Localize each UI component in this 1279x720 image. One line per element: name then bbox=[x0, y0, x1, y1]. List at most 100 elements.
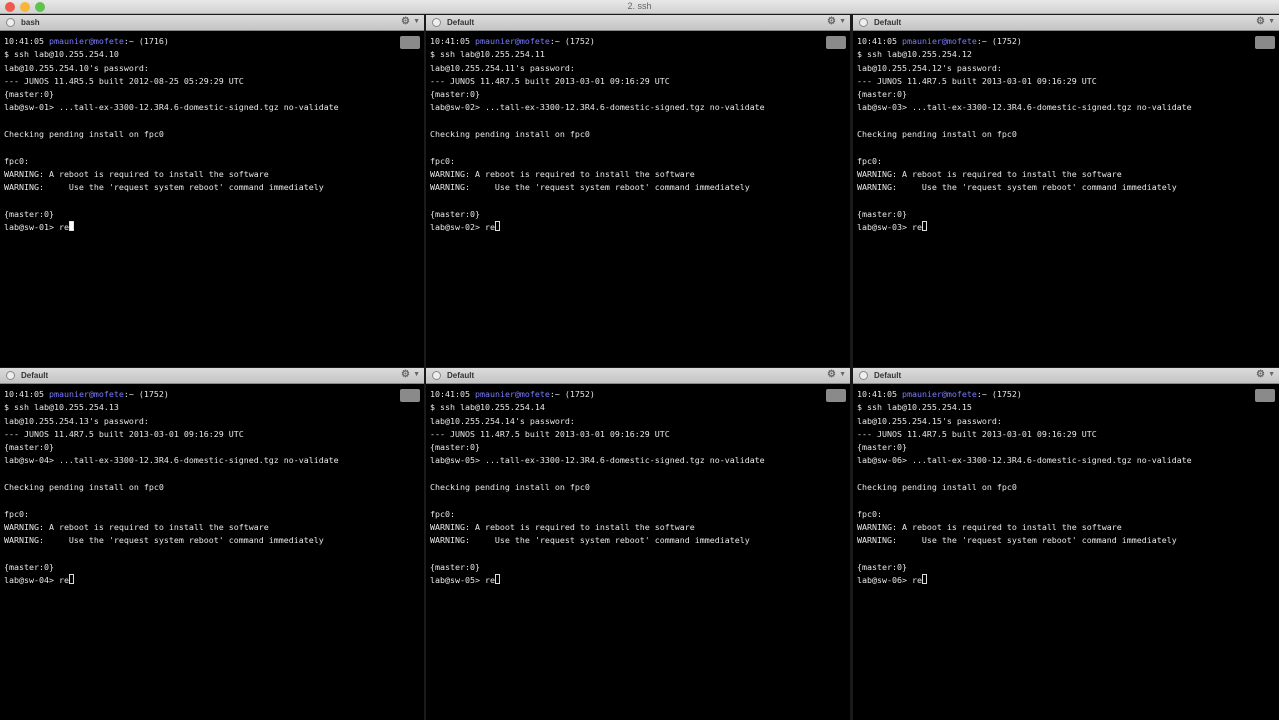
chevron-down-icon[interactable]: ▼ bbox=[1268, 371, 1275, 378]
prompt-time: 10:41:05 bbox=[857, 36, 897, 46]
current-prompt-line: lab@sw-04> re bbox=[4, 574, 424, 587]
scrollbar[interactable] bbox=[826, 389, 846, 402]
terminal-output[interactable]: 10:41:05 pmaunier@mofete:~ (1752) $ ssh l… bbox=[853, 31, 1279, 234]
terminal-pane-3[interactable]: Default ⚙ ▼ 10:41:05 pmaunier@mofete:~ (… bbox=[853, 15, 1279, 367]
pane-header[interactable]: Default ⚙ ▼ bbox=[0, 368, 424, 384]
terminal-line: {master:0} bbox=[430, 89, 480, 100]
scrollbar[interactable] bbox=[826, 36, 846, 49]
chevron-down-icon[interactable]: ▼ bbox=[839, 18, 846, 25]
current-prompt-line: lab@sw-02> re bbox=[430, 221, 850, 234]
terminal-line: fpc0: bbox=[4, 508, 29, 519]
terminal-line: $ ssh lab@10.255.254.15 bbox=[857, 402, 972, 413]
text-cursor bbox=[921, 221, 927, 232]
scrollbar[interactable] bbox=[1255, 36, 1275, 49]
terminal-pane-4[interactable]: Default ⚙ ▼ 10:41:05 pmaunier@mofete:~ (… bbox=[0, 368, 424, 720]
terminal-line: WARNING: A reboot is required to install… bbox=[4, 168, 269, 179]
pane-header[interactable]: Default ⚙ ▼ bbox=[853, 15, 1279, 31]
terminal-line: fpc0: bbox=[4, 155, 29, 166]
terminal-output[interactable]: 10:41:05 pmaunier@mofete:~ (1716) $ ssh l… bbox=[0, 31, 424, 234]
terminal-line: WARNING: Use the 'request system reboot'… bbox=[4, 182, 324, 193]
prompt-user: pmaunier@mofete bbox=[474, 36, 550, 46]
chevron-down-icon[interactable]: ▼ bbox=[1268, 18, 1275, 25]
terminal-line: WARNING: Use the 'request system reboot'… bbox=[430, 535, 750, 546]
terminal-pane-5[interactable]: Default ⚙ ▼ 10:41:05 pmaunier@mofete:~ (… bbox=[426, 368, 850, 720]
terminal-line: {master:0} bbox=[4, 561, 54, 572]
chevron-down-icon[interactable]: ▼ bbox=[413, 371, 420, 378]
terminal-output[interactable]: 10:41:05 pmaunier@mofete:~ (1752) $ ssh l… bbox=[0, 384, 424, 587]
terminal-line: Checking pending install on fpc0 bbox=[430, 129, 590, 140]
scrollbar[interactable] bbox=[400, 389, 420, 402]
prompt-path: :~ bbox=[549, 36, 560, 46]
terminal-line: lab@10.255.254.10's password: bbox=[4, 62, 149, 73]
terminal-line: $ ssh lab@10.255.254.11 bbox=[430, 49, 545, 60]
prompt-path: :~ bbox=[123, 389, 134, 399]
terminal-pane-1[interactable]: bash ⚙ ▼ 10:41:05 pmaunier@mofete:~ (171… bbox=[0, 15, 424, 367]
prompt-path: :~ bbox=[549, 389, 560, 399]
prompt-header-line: 10:41:05 pmaunier@mofete:~ (1716) bbox=[4, 35, 424, 48]
prompt-time: 10:41:05 bbox=[430, 389, 470, 399]
prompt-pid: (1752) bbox=[991, 389, 1022, 399]
prompt-time: 10:41:05 bbox=[857, 389, 897, 399]
terminal-output[interactable]: 10:41:05 pmaunier@mofete:~ (1752) $ ssh l… bbox=[426, 384, 850, 587]
gear-icon[interactable]: ⚙ bbox=[827, 369, 836, 380]
scrollbar[interactable] bbox=[400, 36, 420, 49]
terminal-line: {master:0} bbox=[857, 561, 907, 572]
terminal-output[interactable]: 10:41:05 pmaunier@mofete:~ (1752) $ ssh l… bbox=[426, 31, 850, 234]
current-prompt: lab@sw-01> re bbox=[4, 222, 69, 233]
pane-header[interactable]: bash ⚙ ▼ bbox=[0, 15, 424, 31]
gear-icon[interactable]: ⚙ bbox=[401, 369, 410, 380]
terminal-line: WARNING: A reboot is required to install… bbox=[857, 521, 1122, 532]
terminal-line: --- JUNOS 11.4R7.5 built 2013-03-01 09:1… bbox=[4, 428, 244, 439]
chevron-down-icon[interactable]: ▼ bbox=[839, 371, 846, 378]
prompt-pid: (1752) bbox=[991, 36, 1022, 46]
terminal-pane-6[interactable]: Default ⚙ ▼ 10:41:05 pmaunier@mofete:~ (… bbox=[853, 368, 1279, 720]
terminal-output[interactable]: 10:41:05 pmaunier@mofete:~ (1752) $ ssh l… bbox=[853, 384, 1279, 587]
terminal-line: lab@10.255.254.13's password: bbox=[4, 415, 149, 426]
current-prompt-line: lab@sw-03> re bbox=[857, 221, 1279, 234]
window-title: 2. ssh bbox=[627, 1, 652, 11]
prompt-header-line: 10:41:05 pmaunier@mofete:~ (1752) bbox=[857, 35, 1279, 48]
terminal-line: {master:0} bbox=[857, 208, 907, 219]
pane-status-icon bbox=[6, 371, 15, 380]
pane-header[interactable]: Default ⚙ ▼ bbox=[426, 15, 850, 31]
gear-icon[interactable]: ⚙ bbox=[827, 16, 836, 27]
terminal-line: {master:0} bbox=[430, 561, 480, 572]
prompt-path: :~ bbox=[976, 389, 987, 399]
chevron-down-icon[interactable]: ▼ bbox=[413, 18, 420, 25]
terminal-line: fpc0: bbox=[857, 155, 882, 166]
pane-session-name: bash bbox=[21, 18, 40, 27]
scrollbar[interactable] bbox=[1255, 389, 1275, 402]
terminal-line: $ ssh lab@10.255.254.12 bbox=[857, 49, 972, 60]
terminal-pane-2[interactable]: Default ⚙ ▼ 10:41:05 pmaunier@mofete:~ (… bbox=[426, 15, 850, 367]
terminal-line: --- JUNOS 11.4R5.5 built 2012-08-25 05:2… bbox=[4, 75, 244, 86]
terminal-line: {master:0} bbox=[4, 89, 54, 100]
pane-header[interactable]: Default ⚙ ▼ bbox=[853, 368, 1279, 384]
text-cursor bbox=[494, 574, 500, 585]
current-prompt: lab@sw-05> re bbox=[430, 575, 495, 586]
terminal-line: Checking pending install on fpc0 bbox=[4, 482, 164, 493]
text-cursor bbox=[68, 574, 74, 585]
prompt-pid: (1752) bbox=[138, 389, 169, 399]
terminal-line: WARNING: A reboot is required to install… bbox=[4, 521, 269, 532]
current-prompt-line: lab@sw-05> re bbox=[430, 574, 850, 587]
terminal-line: Checking pending install on fpc0 bbox=[430, 482, 590, 493]
terminal-line: Checking pending install on fpc0 bbox=[4, 129, 164, 140]
gear-icon[interactable]: ⚙ bbox=[1256, 369, 1265, 380]
pane-header[interactable]: Default ⚙ ▼ bbox=[426, 368, 850, 384]
gear-icon[interactable]: ⚙ bbox=[401, 16, 410, 27]
prompt-user: pmaunier@mofete bbox=[901, 36, 977, 46]
prompt-user: pmaunier@mofete bbox=[48, 36, 124, 46]
gear-icon[interactable]: ⚙ bbox=[1256, 16, 1265, 27]
pane-session-name: Default bbox=[21, 371, 49, 380]
terminal-line: fpc0: bbox=[430, 508, 455, 519]
terminal-line: --- JUNOS 11.4R7.5 built 2013-03-01 09:1… bbox=[857, 75, 1097, 86]
current-prompt: lab@sw-02> re bbox=[430, 222, 495, 233]
